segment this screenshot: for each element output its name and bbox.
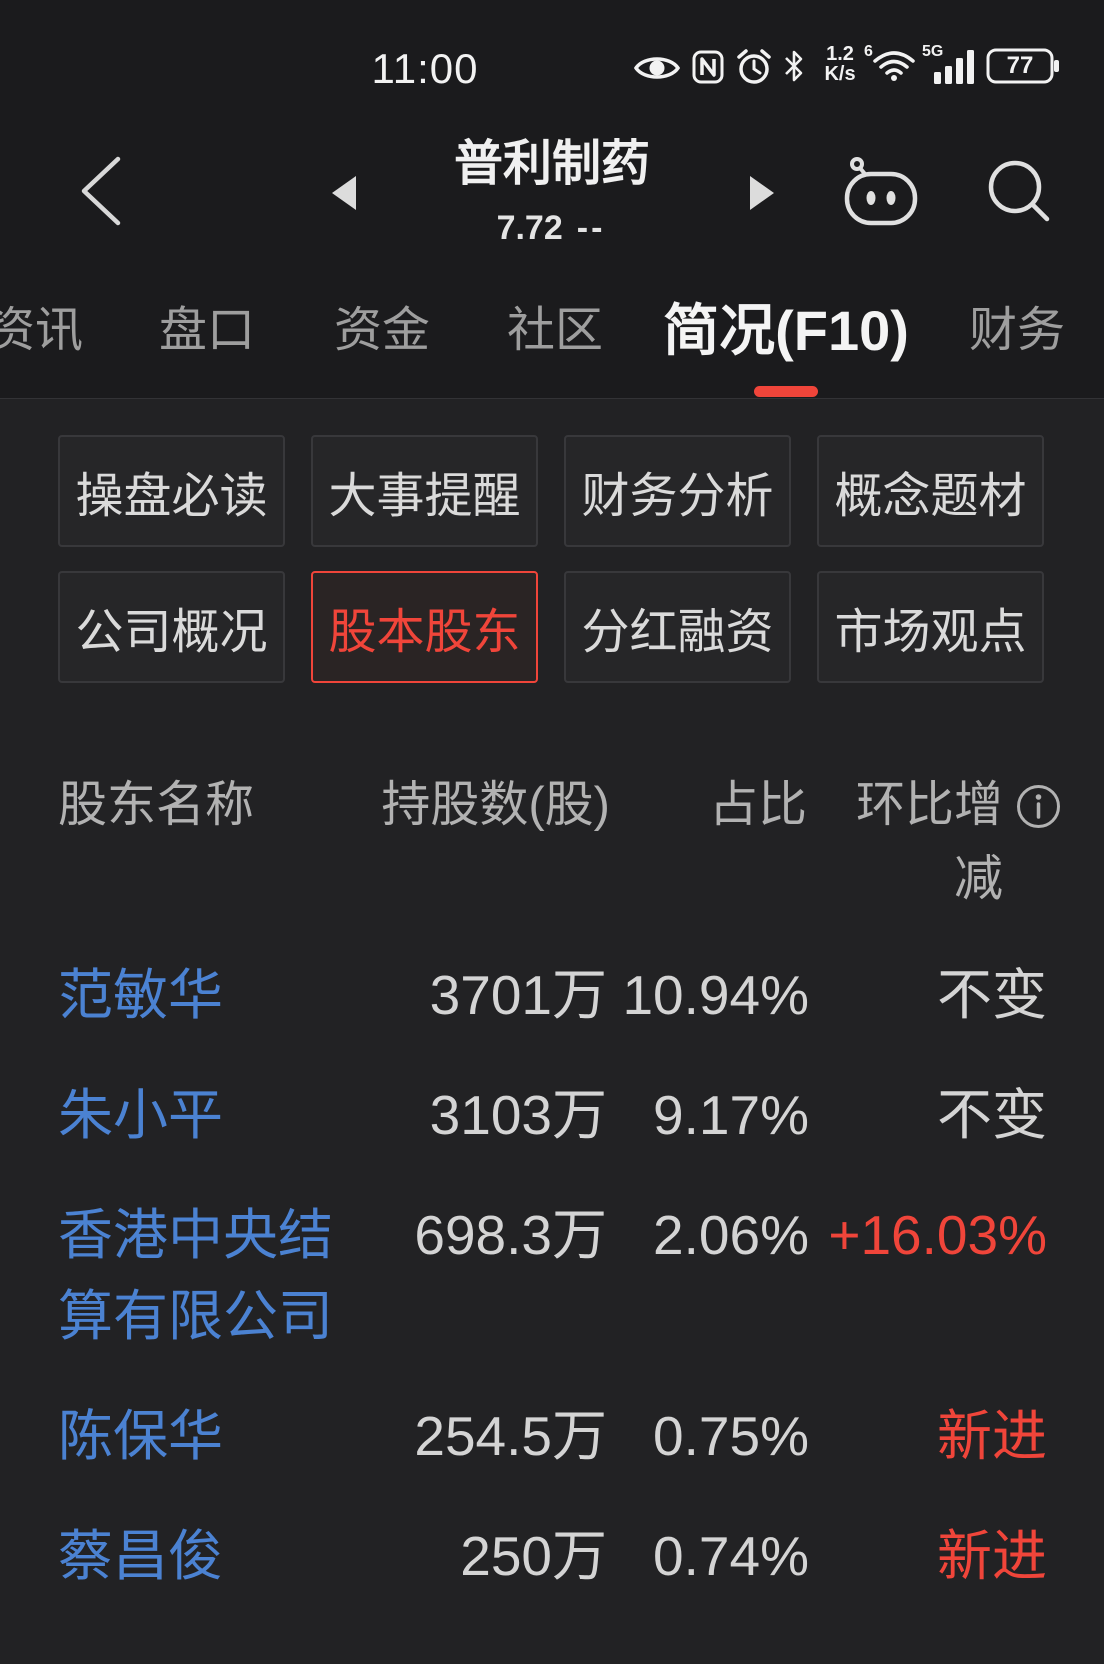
- table-row[interactable]: 陈保华 254.5万 0.75% 新进: [0, 1376, 1104, 1496]
- info-icon[interactable]: [1015, 783, 1062, 830]
- holding-change: 新进: [936, 1404, 1047, 1467]
- shares-held: 3103万: [429, 1083, 607, 1146]
- shares-held: 698.3万: [414, 1203, 607, 1266]
- search-icon[interactable]: [985, 157, 1053, 225]
- holding-change: +16.03%: [828, 1203, 1047, 1266]
- holding-change: 不变: [936, 963, 1047, 1026]
- section-company-profile-button[interactable]: 公司概况: [58, 571, 285, 683]
- active-tab-indicator: [754, 386, 818, 397]
- column-header-shares: 持股数(股): [381, 778, 610, 832]
- robot-icon[interactable]: [843, 155, 919, 227]
- alarm-icon: [737, 49, 771, 84]
- battery-level: 77: [1006, 52, 1034, 79]
- signal-icon: [934, 50, 974, 84]
- section-concepts-button[interactable]: 概念题材: [817, 435, 1044, 547]
- shareholder-table: 范敏华 3701万 10.94% 不变 朱小平 3103万 9.17% 不变 香…: [0, 935, 1104, 1616]
- stock-f10-screen: 11:00 1.2 K/s 6 5G 77 普利制药 7.72 -- 资讯 盘口…: [0, 0, 1104, 1664]
- table-row[interactable]: 蔡昌俊 250万 0.74% 新进: [0, 1496, 1104, 1616]
- tab-finance[interactable]: 财务: [969, 301, 1065, 361]
- tab-f10-overview[interactable]: 简况(F10): [646, 301, 926, 361]
- shareholder-name-link[interactable]: 蔡昌俊: [58, 1516, 348, 1597]
- shareholder-name-link[interactable]: 香港中央结算有限公司: [58, 1195, 348, 1357]
- holding-change: 不变: [936, 1083, 1047, 1146]
- tab-news[interactable]: 资讯: [0, 301, 83, 361]
- holding-ratio: 10.94%: [622, 963, 809, 1026]
- shareholder-name-link[interactable]: 范敏华: [58, 955, 348, 1036]
- net-speed-value: 1.2: [826, 43, 854, 65]
- triangle-left-icon[interactable]: [331, 175, 357, 211]
- holding-ratio: 2.06%: [653, 1203, 809, 1266]
- tab-community[interactable]: 社区: [507, 301, 603, 361]
- chevron-left-icon[interactable]: [78, 155, 124, 227]
- stock-name: 普利制药: [453, 137, 650, 191]
- column-header-shareholder: 股东名称: [58, 778, 255, 832]
- tab-capital-flow[interactable]: 资金: [334, 301, 430, 361]
- table-row[interactable]: 香港中央结算有限公司 698.3万 2.06% +16.03%: [0, 1175, 1104, 1376]
- holding-ratio: 0.75%: [653, 1404, 809, 1467]
- section-trading-essentials-button[interactable]: 操盘必读: [58, 435, 285, 547]
- bluetooth-icon: [785, 50, 803, 82]
- section-dividends-financing-button[interactable]: 分红融资: [564, 571, 791, 683]
- shares-held: 250万: [460, 1524, 607, 1587]
- triangle-right-icon[interactable]: [749, 175, 775, 211]
- net-speed-unit: K/s: [824, 63, 856, 85]
- section-financial-analysis-button[interactable]: 财务分析: [564, 435, 791, 547]
- stock-quote: 7.72 --: [431, 208, 671, 248]
- section-events-button[interactable]: 大事提醒: [311, 435, 538, 547]
- section-market-views-button[interactable]: 市场观点: [817, 571, 1044, 683]
- net-speed: 1.2 K/s: [820, 44, 860, 84]
- column-header-change: 环比增减: [855, 778, 1003, 906]
- eye-icon: [634, 57, 680, 79]
- shares-held: 3701万: [429, 963, 607, 1026]
- shareholder-name-link[interactable]: 朱小平: [58, 1075, 348, 1156]
- column-header-ratio: 占比: [708, 778, 807, 832]
- holding-ratio: 9.17%: [653, 1083, 809, 1146]
- f10-section-grid: 操盘必读 大事提醒 财务分析 概念题材 公司概况 股本股东 分红融资 市场观点: [58, 435, 1044, 683]
- tab-order-book[interactable]: 盘口: [159, 301, 255, 361]
- stock-change: --: [576, 209, 606, 247]
- tabs-divider: [0, 398, 1104, 399]
- stock-price: 7.72: [496, 209, 563, 247]
- table-row[interactable]: 范敏华 3701万 10.94% 不变: [0, 935, 1104, 1055]
- wifi-icon: [873, 51, 915, 81]
- holding-ratio: 0.74%: [653, 1524, 809, 1587]
- table-row[interactable]: 朱小平 3103万 9.17% 不变: [0, 1055, 1104, 1175]
- shareholder-name-link[interactable]: 陈保华: [58, 1396, 348, 1477]
- nfc-icon: [692, 50, 724, 84]
- holding-change: 新进: [936, 1524, 1047, 1587]
- section-shareholders-button[interactable]: 股本股东: [311, 571, 538, 683]
- shares-held: 254.5万: [414, 1404, 607, 1467]
- status-time: 11:00: [371, 45, 479, 92]
